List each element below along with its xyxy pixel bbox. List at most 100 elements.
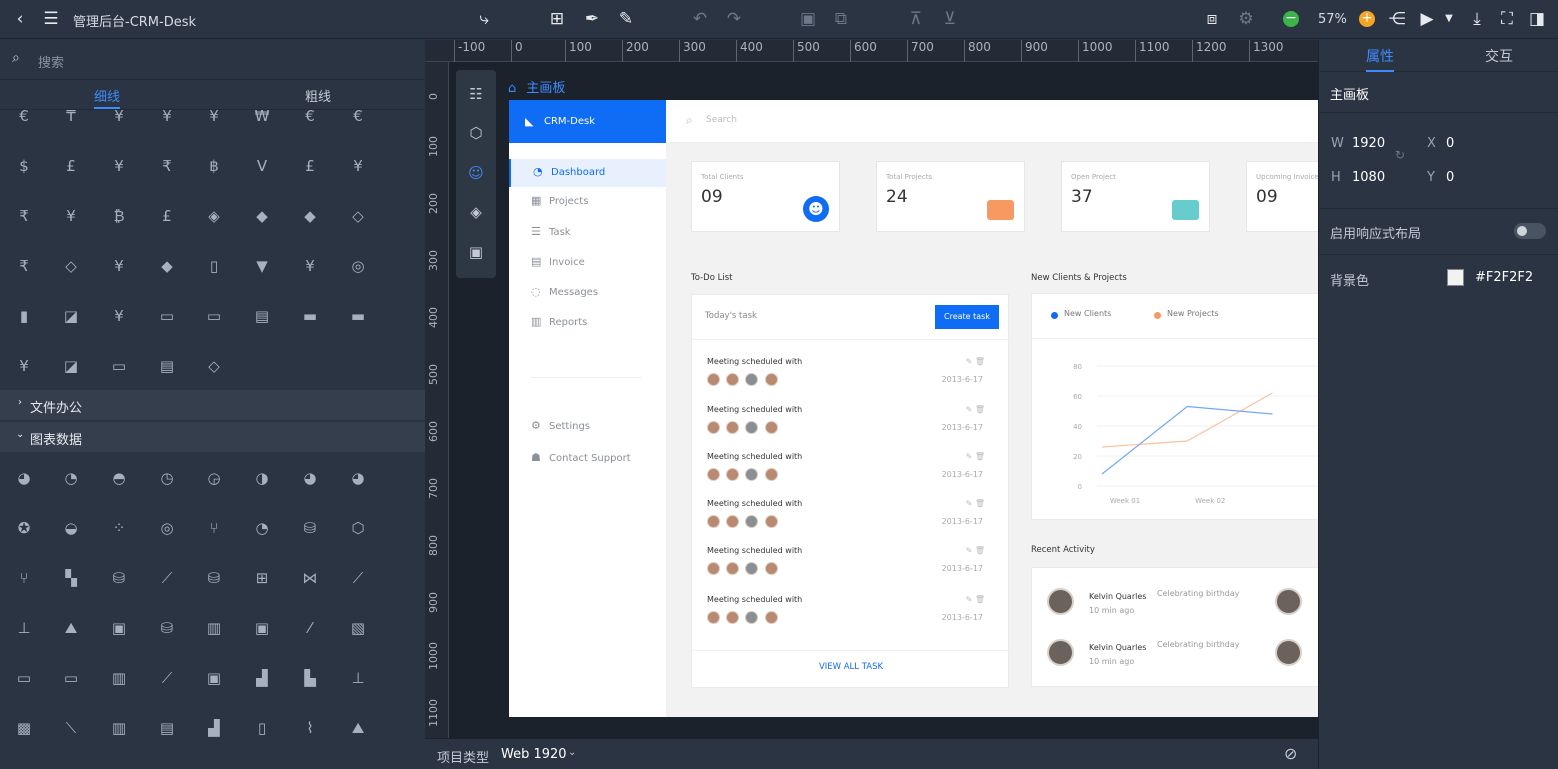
component-cube-icon[interactable]: ⬡ [466, 123, 486, 143]
dots-line-icon[interactable]: ⁄ [300, 618, 320, 638]
edit-delete-icons[interactable]: ✎ 🗑 [966, 546, 985, 555]
create-task-button[interactable]: Create task [935, 305, 999, 329]
pen-icon[interactable]: ✒ [581, 8, 603, 30]
nav-dashboard[interactable]: ◔ Dashboard [509, 159, 666, 187]
edit-delete-icons[interactable]: ✎ 🗑 [966, 595, 985, 604]
bar-falling-icon[interactable]: ▙ [300, 668, 320, 688]
share-icon[interactable]: ⋲ [1386, 8, 1408, 30]
card-icon[interactable]: ▭ [204, 306, 224, 326]
tab-thick-line[interactable]: 粗线 [305, 86, 331, 105]
view-all-task-link[interactable]: VIEW ALL TASK [692, 662, 1010, 672]
monitor-line-icon[interactable]: ▭ [61, 668, 81, 688]
gauge-icon[interactable]: ◶ [204, 468, 224, 488]
artboard[interactable]: ◣ CRM-Desk ◔ Dashboard ▦ Projects ☰ Task… [509, 100, 1318, 717]
bar-chart-icon[interactable]: ▥ [109, 718, 129, 738]
bar-filled-icon[interactable]: ▟ [204, 718, 224, 738]
task-item[interactable]: Meeting scheduled with ✎ 🗑 2013-6-17 [707, 595, 997, 635]
donut-icon[interactable]: ◎ [157, 518, 177, 538]
nav-settings[interactable]: ⚙ Settings [509, 413, 666, 441]
compass-icon[interactable]: ⊘ [1284, 744, 1297, 763]
presentation-icon[interactable]: ▣ [109, 618, 129, 638]
ticket-diagonal-icon[interactable]: ◪ [61, 306, 81, 326]
scatter-icon[interactable]: ⁘ [109, 518, 129, 538]
distribute-horizontal-icon[interactable]: ⊻ [939, 8, 961, 30]
redo-icon[interactable]: ↷ [723, 8, 745, 30]
group-icon[interactable]: ▣ [797, 8, 819, 30]
yen-circle-icon[interactable]: ¥ [109, 106, 129, 126]
zoom-out-icon[interactable]: − [1283, 11, 1299, 27]
activity-item[interactable]: Kelvin Quarles 10 min ago Celebrating bi… [1047, 639, 1287, 679]
decline-chart-icon[interactable]: ⟍ [61, 718, 81, 738]
wallet-icon[interactable]: ▤ [252, 306, 272, 326]
database-settings-icon[interactable]: ⛁ [109, 568, 129, 588]
yen-outline-icon[interactable]: ¥ [109, 156, 129, 176]
yen-filled-icon[interactable]: ¥ [348, 156, 368, 176]
badge-chart-icon[interactable]: ▩ [14, 718, 34, 738]
height-field[interactable]: 1080 [1352, 170, 1385, 185]
stat-card-open-project[interactable]: Open Project 37 [1061, 161, 1210, 232]
flowchart-icon[interactable]: ⊞ [252, 568, 272, 588]
activity-item[interactable]: Kelvin Quarles 10 min ago Celebrating bi… [1047, 588, 1287, 628]
fullscreen-icon[interactable]: ⛶ [1496, 8, 1518, 30]
pencil-icon[interactable]: ✎ [615, 8, 637, 30]
pie-report-icon[interactable]: ◔ [252, 518, 272, 538]
pound-circle-icon[interactable]: £ [300, 156, 320, 176]
tenge-icon[interactable]: ₸ [61, 106, 81, 126]
yuan-icon[interactable]: ¥ [157, 106, 177, 126]
euro-circle-icon[interactable]: € [300, 106, 320, 126]
background-color-value[interactable]: #F2F2F2 [1475, 270, 1533, 285]
rupee-coin-icon[interactable]: ₹ [14, 256, 34, 276]
tag-add-icon[interactable]: ◇ [204, 356, 224, 376]
yen-stamp-icon[interactable]: ¥ [109, 306, 129, 326]
hierarchy-icon[interactable]: ⊥ [14, 618, 34, 638]
back-icon[interactable]: ‹ [9, 8, 31, 30]
rupee-icon[interactable]: ₹ [157, 156, 177, 176]
project-type-select[interactable]: Web 1920 [501, 747, 567, 762]
currency-v-icon[interactable]: V [252, 156, 272, 176]
nav-task[interactable]: ☰ Task [509, 219, 666, 247]
task-item[interactable]: Meeting scheduled with ✎ 🗑 2013-6-17 [707, 405, 997, 445]
edit-delete-icons[interactable]: ✎ 🗑 [966, 405, 985, 414]
chevron-down-icon[interactable]: ▼ [1438, 8, 1460, 30]
yen-badge-icon[interactable]: ¥ [204, 106, 224, 126]
artboard-label[interactable]: ⌂ 主画板 [508, 77, 565, 96]
easel-chart-icon[interactable]: ▣ [204, 668, 224, 688]
bar-hand-icon[interactable]: ▥ [204, 618, 224, 638]
add-frame-icon[interactable]: ⊞ [546, 8, 568, 30]
card-lines-icon[interactable]: ▭ [109, 356, 129, 376]
category-file-office[interactable]: › 文件办公 [0, 390, 425, 420]
yen-note-icon[interactable]: ¥ [61, 206, 81, 226]
task-item[interactable]: Meeting scheduled with ✎ 🗑 2013-6-17 [707, 546, 997, 586]
width-field[interactable]: 1920 [1352, 136, 1385, 151]
branch-icon[interactable]: ⑂ [204, 518, 224, 538]
chevron-down-icon[interactable]: ⌄ [568, 747, 576, 758]
stat-card-total-clients[interactable]: Total Clients 09 ☻ [691, 161, 840, 232]
edit-delete-icons[interactable]: ✎ 🗑 [966, 452, 985, 461]
crm-brand[interactable]: ◣ CRM-Desk [509, 100, 666, 143]
preview-frame-icon[interactable]: ⧈ [1201, 8, 1223, 30]
layers-icon[interactable]: ◈ [466, 202, 486, 222]
ungroup-icon[interactable]: ⧉ [830, 8, 852, 30]
settings-gear-icon[interactable]: ⚙ [1235, 8, 1257, 30]
share-nodes-icon[interactable]: ⋈ [300, 568, 320, 588]
board-check-icon[interactable]: ▣ [252, 618, 272, 638]
task-item[interactable]: Meeting scheduled with ✎ 🗑 2013-6-17 [707, 357, 997, 397]
bar-outline-icon[interactable]: ▯ [252, 718, 272, 738]
pound-icon[interactable]: £ [61, 156, 81, 176]
bar-rising-icon[interactable]: ▟ [252, 668, 272, 688]
stat-card-upcoming-invoice[interactable]: Upcoming Invoice 09 [1246, 161, 1318, 232]
won-icon[interactable]: ₩ [252, 106, 272, 126]
trend-line-icon[interactable]: ⟋ [157, 568, 177, 588]
ticket-icon[interactable]: ▯ [204, 256, 224, 276]
nav-reports[interactable]: ▥ Reports [509, 309, 666, 337]
pie-split-icon[interactable]: ◓ [109, 468, 129, 488]
task-item[interactable]: Meeting scheduled with ✎ 🗑 2013-6-17 [707, 452, 997, 492]
monitor-chart-icon[interactable]: ▭ [14, 668, 34, 688]
bar-frame-icon[interactable]: ▤ [157, 718, 177, 738]
tag-filled-icon[interactable]: ◆ [157, 256, 177, 276]
line-nodes-icon[interactable]: ⟋ [348, 568, 368, 588]
crm-search-bar[interactable]: ⌕ Search [666, 100, 1318, 143]
y-field[interactable]: 0 [1446, 170, 1454, 185]
euro-outline-icon[interactable]: € [348, 106, 368, 126]
tab-properties[interactable]: 属性 [1366, 46, 1394, 72]
